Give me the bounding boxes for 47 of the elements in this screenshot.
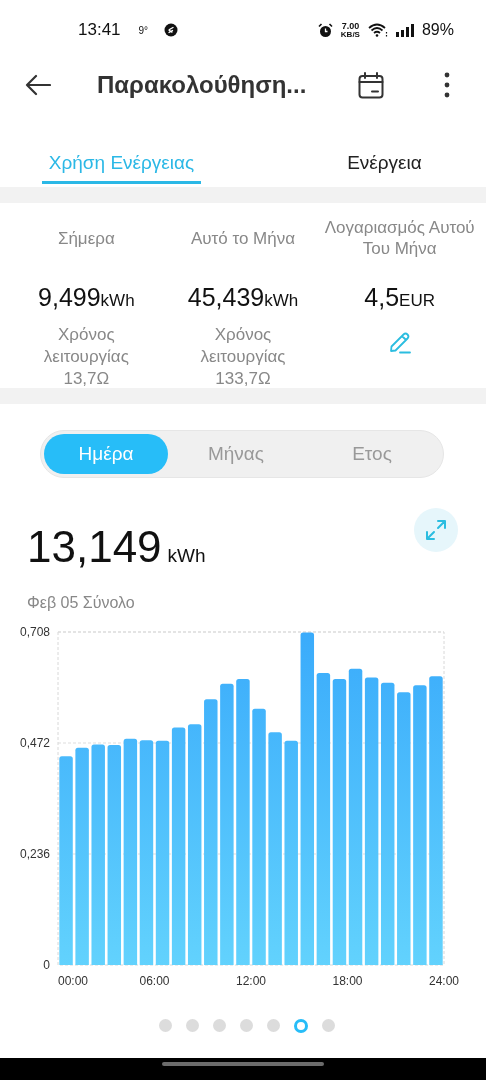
page-indicator-dot[interactable] (240, 1019, 253, 1032)
stat-value: 45,439kWh (187, 282, 299, 313)
stat-label: Σήμερα (57, 227, 115, 250)
stat-value: 4,5EUR (364, 282, 435, 313)
total-value: 13,149 kWh (27, 523, 206, 573)
calendar-icon[interactable] (358, 71, 384, 99)
x-axis-label: 12:00 (236, 974, 266, 988)
network-speed: 7.00 (341, 21, 360, 31)
page-indicator-dot[interactable] (267, 1019, 280, 1032)
period-option[interactable]: Ημέρα (44, 434, 168, 474)
network-speed-unit: KB/S (340, 30, 360, 39)
x-axis-label: 00:00 (58, 974, 89, 988)
page-indicator-dot[interactable] (322, 1019, 335, 1032)
tab[interactable]: Ενέργεια (283, 114, 486, 184)
stat-value: 9,499kWh (38, 282, 135, 313)
expand-icon (424, 518, 448, 542)
page-indicator-dot[interactable] (186, 1019, 199, 1032)
page-indicator-dot[interactable] (213, 1019, 226, 1032)
x-axis-label: 18:00 (332, 974, 363, 988)
status-time: 13:41 (78, 20, 121, 40)
x-axis-label: 06:00 (139, 974, 170, 988)
period-option[interactable]: Ετος (304, 434, 440, 474)
app-notification-icon (164, 23, 179, 37)
expand-button[interactable] (414, 508, 458, 552)
total-caption: Φεβ 05 Σύνολο (27, 594, 136, 612)
y-axis-label: 0,472 (19, 736, 50, 750)
alarm-icon (317, 22, 333, 38)
stat-runtime: Χρόνος λειτουργίας 13,7Ω (42, 324, 130, 390)
y-axis-label: 0,236 (19, 847, 50, 861)
tab[interactable]: Χρήση Ενέργειας (42, 114, 201, 184)
stat-label: Αυτό το Μήνα (190, 227, 296, 250)
page-indicator-dot[interactable] (294, 1018, 308, 1033)
y-axis-label: 0,708 (19, 625, 50, 639)
x-axis-label: 24:00 (429, 974, 459, 988)
page-indicator-dot[interactable] (159, 1019, 172, 1032)
more-options-icon[interactable] (444, 72, 450, 98)
stat-runtime: Χρόνος λειτουργίας 133,7Ω (199, 324, 287, 390)
wifi-icon (367, 23, 388, 37)
y-axis-label: 0 (43, 958, 50, 972)
battery-level: 89% (421, 21, 454, 39)
signal-icon (395, 23, 414, 37)
temperature: 9° (138, 24, 149, 36)
page-title: Παρακολούθηση... (97, 71, 308, 99)
home-indicator[interactable] (162, 1062, 324, 1066)
period-option[interactable]: Μήνας (168, 434, 304, 474)
back-icon[interactable] (25, 74, 51, 96)
stat-label: Λογαριασμός Αυτού Του Μήνα (324, 217, 475, 260)
